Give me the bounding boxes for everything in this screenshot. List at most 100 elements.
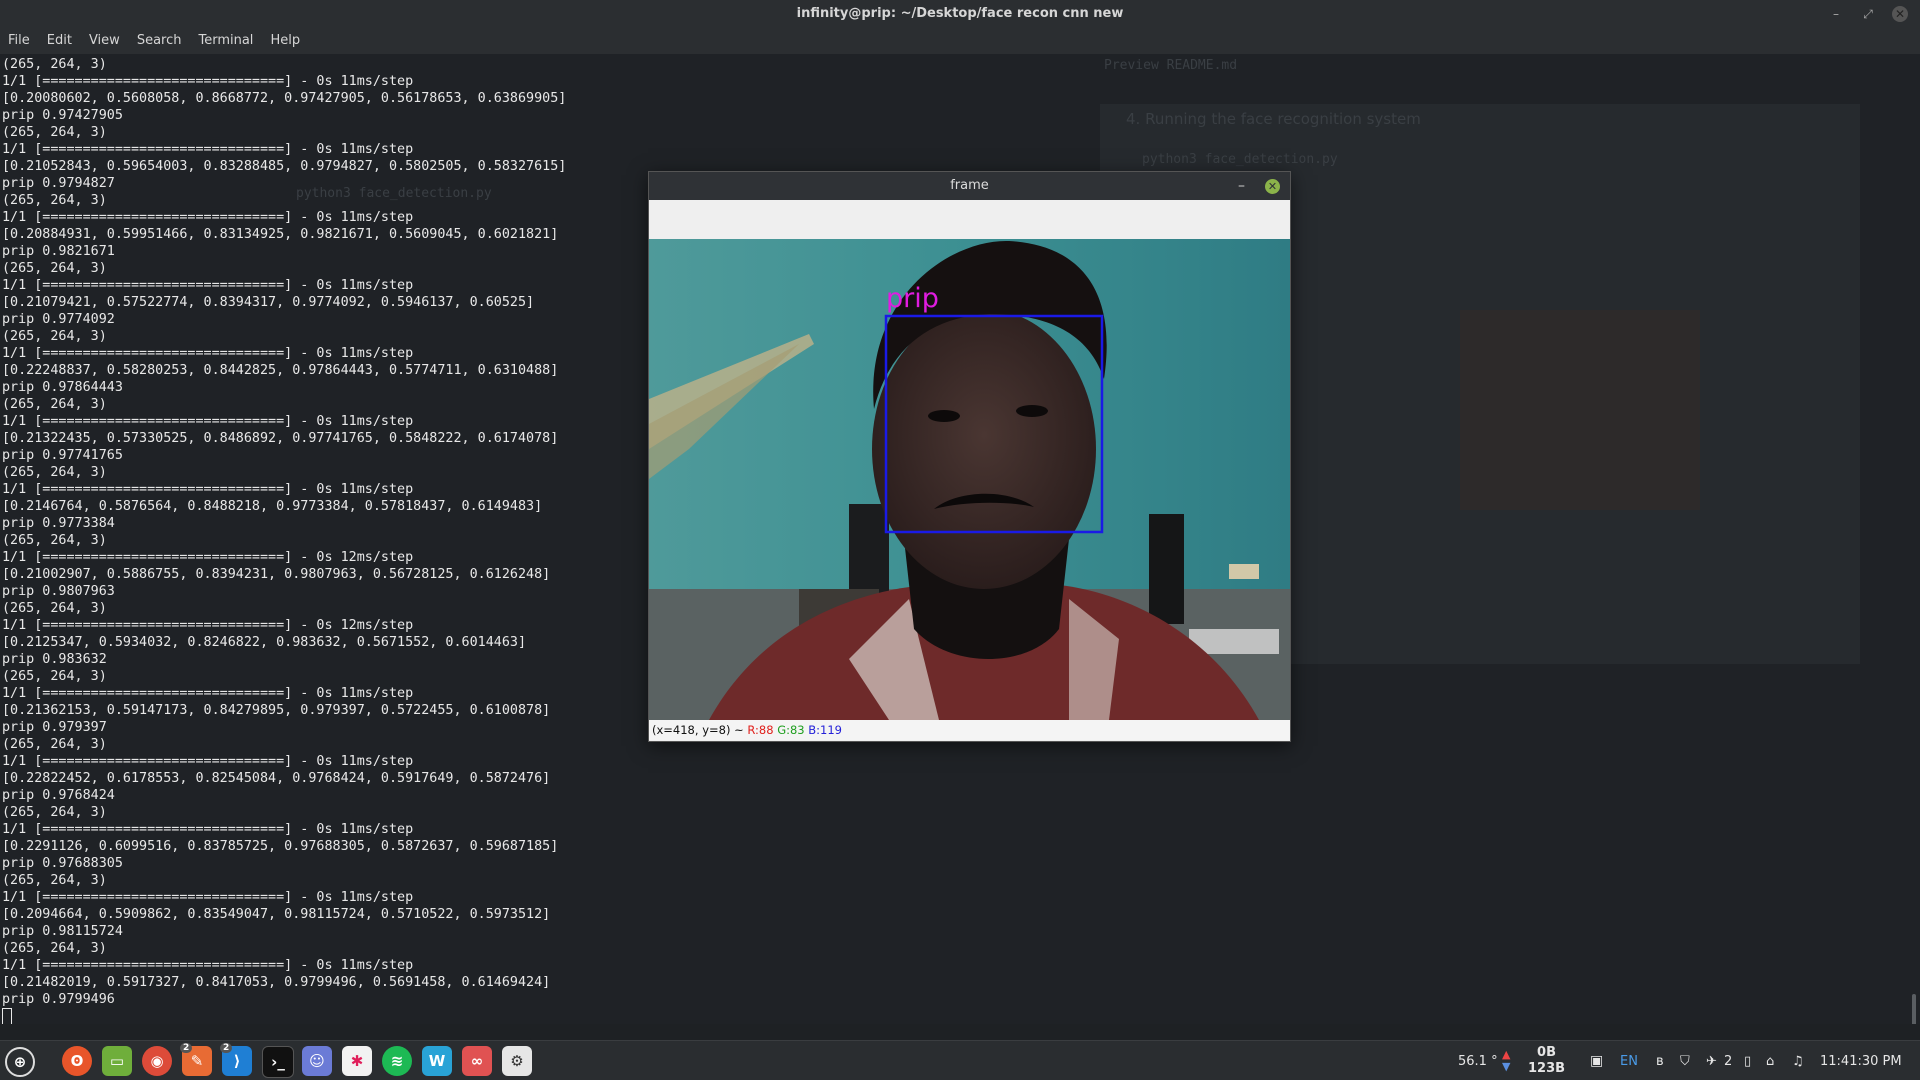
glasses-icon[interactable]: ∞ <box>462 1046 492 1076</box>
frame-toolbar <box>649 200 1290 239</box>
window-title: infinity@prip: ~/Desktop/face recon cnn … <box>796 6 1124 21</box>
notifications-icon[interactable]: ✈ <box>1706 1041 1717 1080</box>
files-icon[interactable]: ▭ <box>102 1046 132 1076</box>
git-icon[interactable]: 2 ✎ <box>180 1043 212 1076</box>
terminal-line: (265, 264, 3) <box>2 737 107 752</box>
terminal-line: (265, 264, 3) <box>2 193 107 208</box>
clock[interactable]: 11:41:30 PM <box>1820 1041 1902 1080</box>
chrome-icon[interactable]: ◉ <box>142 1046 172 1076</box>
terminal-line: [0.2146764, 0.5876564, 0.8488218, 0.9773… <box>2 499 543 514</box>
terminal-line: prip 0.9799496 <box>2 992 115 1007</box>
camera-frame[interactable]: prip <box>649 239 1290 720</box>
frame-title: frame <box>950 178 989 193</box>
terminal-line: [0.22822452, 0.6178553, 0.82545084, 0.97… <box>2 771 551 786</box>
terminal-line: [0.22248837, 0.58280253, 0.8442825, 0.97… <box>2 363 559 378</box>
terminal-output: (265, 264, 3) 1/1 [======================… <box>2 56 566 1024</box>
terminal-line: prip 0.97741765 <box>2 448 123 463</box>
minimize-icon[interactable]: – <box>1828 6 1844 22</box>
background-editor-tab: Preview README.md <box>1104 58 1238 73</box>
cursor-coordinates: (x=418, y=8) ~ <box>652 723 744 737</box>
discord-icon[interactable]: ☺ <box>302 1046 332 1076</box>
terminal-line: [0.20080602, 0.5608058, 0.8668772, 0.974… <box>2 91 567 106</box>
settings-icon[interactable]: ⚙ <box>502 1046 532 1076</box>
terminal-line: prip 0.9773384 <box>2 516 115 531</box>
cpu-temperature[interactable]: 56.1 ° <box>1458 1041 1498 1080</box>
terminal-line: 1/1 [==============================] - 0… <box>2 142 414 157</box>
background-preview-thumbnail <box>1460 310 1700 510</box>
firefox-icon[interactable]: ʘ <box>62 1046 92 1076</box>
terminal-line: 1/1 [==============================] - 0… <box>2 346 414 361</box>
menu-icon[interactable]: ⊕ <box>5 1047 35 1077</box>
terminal-line: 1/1 [==============================] - 0… <box>2 482 414 497</box>
pixel-blue-value: B:119 <box>808 723 842 737</box>
terminal-line: [0.20884931, 0.59951466, 0.83134925, 0.9… <box>2 227 559 242</box>
terminal-line: 1/1 [==============================] - 0… <box>2 958 414 973</box>
terminal-line: (265, 264, 3) <box>2 669 107 684</box>
slack-icon[interactable]: ✱ <box>342 1046 372 1076</box>
camera-image: prip <box>649 239 1290 720</box>
menu-view[interactable]: View <box>81 28 129 48</box>
terminal-line: (265, 264, 3) <box>2 261 107 276</box>
menu-edit[interactable]: Edit <box>39 28 81 48</box>
frame-minimize-icon[interactable]: – <box>1238 172 1245 200</box>
terminal-line: (265, 264, 3) <box>2 329 107 344</box>
frame-titlebar: frame – ✕ <box>649 172 1290 200</box>
menu-file[interactable]: File <box>0 28 39 48</box>
terminal-line: (265, 264, 3) <box>2 397 107 412</box>
clipboard-icon[interactable]: ▣ <box>1590 1041 1603 1080</box>
frame-statusbar: (x=418, y=8) ~ R:88 G:83 B:119 <box>649 720 1290 740</box>
frame-window[interactable]: frame – ✕ prip (x=418, y=8) ~ R:88 G:83 … <box>648 171 1291 742</box>
menu-help[interactable]: Help <box>262 28 309 48</box>
terminal-line: (265, 264, 3) <box>2 805 107 820</box>
terminal-line: (265, 264, 3) <box>2 125 107 140</box>
terminal-line: 1/1 [==============================] - 0… <box>2 210 414 225</box>
terminal-line: [0.21362153, 0.59147173, 0.84279895, 0.9… <box>2 703 551 718</box>
terminal-line: prip 0.9807963 <box>2 584 115 599</box>
terminal-line: [0.2094664, 0.5909862, 0.83549047, 0.981… <box>2 907 551 922</box>
vscode-icon[interactable]: 2 ⟩ <box>220 1043 252 1076</box>
network-icon[interactable]: ⌂ <box>1766 1041 1774 1080</box>
terminal-line: prip 0.97688305 <box>2 856 123 871</box>
battery-icon[interactable]: ▯ <box>1744 1041 1751 1080</box>
network-arrows-icon: ▲ ▼ <box>1502 1048 1511 1073</box>
terminal-line: [0.21482019, 0.5917327, 0.8417053, 0.979… <box>2 975 551 990</box>
notification-count: 2 <box>1724 1053 1733 1069</box>
keyboard-language[interactable]: EN <box>1620 1041 1638 1080</box>
pixel-green-value: G:83 <box>777 723 805 737</box>
terminal-line: prip 0.97864443 <box>2 380 123 395</box>
face-label: prip <box>886 283 939 314</box>
wps-icon[interactable]: W <box>422 1046 452 1076</box>
terminal-line: prip 0.9794827 <box>2 176 115 191</box>
terminal-line: [0.21002907, 0.5886755, 0.8394231, 0.980… <box>2 567 551 582</box>
terminal-line: [0.21052843, 0.59654003, 0.83288485, 0.9… <box>2 159 567 174</box>
volume-icon[interactable]: ♫ <box>1792 1041 1804 1080</box>
terminal-line: (265, 264, 3) <box>2 465 107 480</box>
terminal-line: (265, 264, 3) <box>2 533 107 548</box>
net-upload: 0B <box>1537 1045 1556 1060</box>
terminal-line: prip 0.9768424 <box>2 788 115 803</box>
menu-search[interactable]: Search <box>129 28 191 48</box>
terminal-line: 1/1 [==============================] - 0… <box>2 754 414 769</box>
terminal-line: prip 0.9821671 <box>2 244 115 259</box>
menu-terminal[interactable]: Terminal <box>190 28 262 48</box>
bluetooth-icon[interactable]: ʙ <box>1656 1041 1664 1080</box>
close-icon[interactable]: ✕ <box>1892 6 1908 22</box>
maximize-icon[interactable]: ⤢ <box>1860 6 1876 22</box>
terminal-icon[interactable]: ›_ <box>262 1046 294 1078</box>
shield-icon[interactable]: ⛉ <box>1680 1041 1690 1080</box>
terminal-line: (265, 264, 3) <box>2 601 107 616</box>
frame-close-icon[interactable]: ✕ <box>1265 179 1280 194</box>
terminal-cursor <box>2 1008 12 1024</box>
taskbar: ⊕ ʘ ▭ ◉ 2 ✎ 2 ⟩ ›_ ☺ ✱ ≋ W ∞ ⚙ 56.1 ° ▲ ▼ 0… <box>0 1040 1920 1080</box>
spotify-icon[interactable]: ≋ <box>382 1046 412 1076</box>
terminal-line: 1/1 [==============================] - 0… <box>2 550 414 565</box>
terminal-line: 1/1 [==============================] - 0… <box>2 822 414 837</box>
network-speed[interactable]: 0B 123B <box>1528 1041 1565 1080</box>
net-download: 123B <box>1528 1061 1566 1076</box>
terminal-line: (265, 264, 3) <box>2 873 107 888</box>
terminal-line: 1/1 [==============================] - 0… <box>2 278 414 293</box>
window-titlebar: infinity@prip: ~/Desktop/face recon cnn … <box>0 0 1920 28</box>
terminal-scrollbar[interactable] <box>1912 994 1916 1024</box>
git-badge: 2 <box>180 1043 193 1053</box>
terminal-line: (265, 264, 3) <box>2 941 107 956</box>
